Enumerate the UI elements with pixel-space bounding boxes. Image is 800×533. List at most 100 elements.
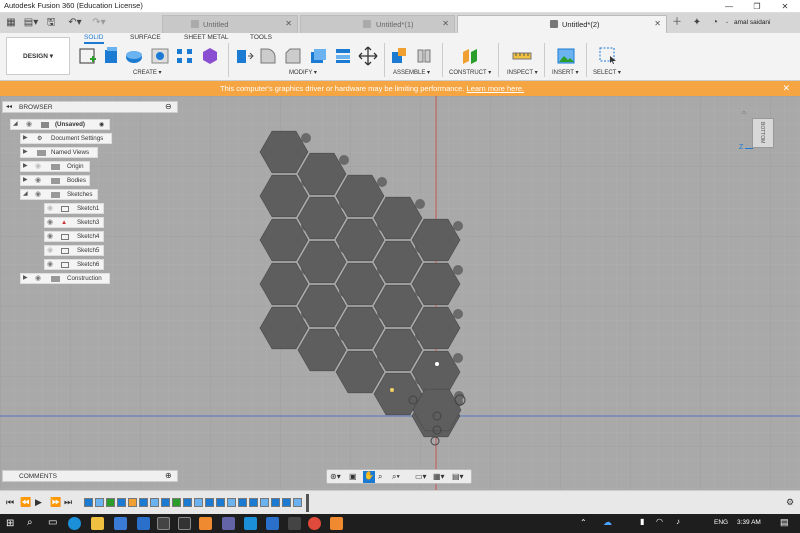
inspect-menu[interactable]: INSPECT ▾ xyxy=(507,69,538,76)
tab-solid[interactable]: SOLID xyxy=(84,34,104,44)
visibility-eye-icon[interactable]: ◉ xyxy=(35,274,41,283)
select-menu[interactable]: SELECT ▾ xyxy=(593,69,621,76)
network-icon[interactable]: ▮ xyxy=(640,517,644,526)
timeline-marker[interactable] xyxy=(306,494,309,512)
timeline-feature-icon[interactable] xyxy=(282,498,291,507)
task-view-icon[interactable]: ▭ xyxy=(48,517,57,528)
form-icon[interactable] xyxy=(200,46,220,66)
zoom-icon[interactable]: ⌕ xyxy=(378,472,382,482)
visibility-eye-icon[interactable]: ◉ xyxy=(35,190,41,199)
step-forward-icon[interactable]: ⏩ xyxy=(50,497,61,508)
browser-panel-header[interactable]: ◂◂ BROWSER ⊖ xyxy=(2,101,178,113)
visibility-eye-icon[interactable]: ◉ xyxy=(47,246,53,255)
expand-triangle-icon[interactable]: ▶ xyxy=(23,176,28,185)
modify-menu[interactable]: MODIFY ▾ xyxy=(289,69,317,76)
timeline-feature-icon[interactable] xyxy=(205,498,214,507)
timeline-feature-icon[interactable] xyxy=(106,498,115,507)
timeline-feature-icon[interactable] xyxy=(271,498,280,507)
timeline-feature-icon[interactable] xyxy=(227,498,236,507)
file-menu-icon[interactable]: ▤▾ xyxy=(22,16,40,30)
browser-item-named-views[interactable]: ▶ Named Views xyxy=(20,147,98,158)
workspace-switcher-button[interactable]: DESIGN ▾ xyxy=(6,37,70,75)
timeline-feature-icon[interactable] xyxy=(117,498,126,507)
visibility-eye-icon[interactable]: ◉ xyxy=(35,176,41,185)
orbit-icon[interactable]: ⊛▾ xyxy=(330,472,341,481)
tab-untitled-2[interactable]: Untitled*(2) ✕ xyxy=(457,15,667,33)
hole-icon[interactable] xyxy=(150,46,170,66)
tab-sheet-metal[interactable]: SHEET METAL xyxy=(184,34,229,41)
combine-icon[interactable] xyxy=(333,46,353,66)
minimize-button[interactable]: — xyxy=(716,0,742,13)
zoom-window-icon[interactable]: ⌕▾ xyxy=(392,472,400,482)
browser-item-sketch3[interactable]: ◉ ▲ Sketch3 xyxy=(44,217,104,228)
browser-item-document-settings[interactable]: ▶ ⚙ Document Settings xyxy=(20,133,112,144)
timeline-feature-icon[interactable] xyxy=(238,498,247,507)
browser-item-bodies[interactable]: ▶ ◉ Bodies xyxy=(20,175,90,186)
shell-icon[interactable] xyxy=(308,46,328,66)
press-pull-icon[interactable] xyxy=(234,46,254,66)
volume-icon[interactable]: ♪ xyxy=(676,517,680,526)
timeline-feature-icon[interactable] xyxy=(150,498,159,507)
extrude-icon[interactable] xyxy=(101,46,121,66)
visibility-eye-icon[interactable]: ◉ xyxy=(47,218,53,227)
display-settings-icon[interactable]: ▭▾ xyxy=(415,472,427,481)
canvas-drawing[interactable] xyxy=(0,96,800,490)
browser-item-sketch4[interactable]: ◉ Sketch4 xyxy=(44,231,104,242)
app-icon[interactable] xyxy=(266,517,279,530)
offset-plane-icon[interactable] xyxy=(460,46,480,66)
browser-item-origin[interactable]: ▶ ◉ Origin xyxy=(20,161,90,172)
chrome-icon[interactable] xyxy=(308,517,321,530)
close-tab-icon[interactable]: ✕ xyxy=(442,19,449,28)
visibility-eye-icon[interactable]: ◉ xyxy=(47,260,53,269)
help-center-icon[interactable]: ✦ xyxy=(690,16,704,30)
timeline-feature-icon[interactable] xyxy=(293,498,302,507)
maximize-button[interactable]: ❐ xyxy=(744,0,770,13)
comments-minimize-icon[interactable]: ⊕ xyxy=(165,471,172,480)
search-icon[interactable]: ⌕ xyxy=(27,517,33,528)
timeline-feature-icon[interactable] xyxy=(249,498,258,507)
tab-tools[interactable]: TOOLS xyxy=(250,34,272,41)
wifi-icon[interactable]: ◠ xyxy=(656,517,663,526)
browser-item-construction[interactable]: ▶ ◉ Construction xyxy=(20,273,110,284)
expand-triangle-icon[interactable]: ▶ xyxy=(23,134,28,143)
timeline-feature-icon[interactable] xyxy=(84,498,93,507)
app-icon[interactable] xyxy=(244,517,257,530)
action-center-icon[interactable]: ▤ xyxy=(780,517,789,528)
pan-icon[interactable]: ✋ xyxy=(363,471,375,483)
timeline-feature-icon[interactable] xyxy=(95,498,104,507)
close-window-button[interactable]: ✕ xyxy=(772,0,798,13)
timeline-feature-icon[interactable] xyxy=(260,498,269,507)
show-hidden-icons-icon[interactable]: ⌃ xyxy=(580,518,587,527)
assemble-menu[interactable]: ASSEMBLE ▾ xyxy=(393,69,430,76)
play-icon[interactable]: ▶ xyxy=(35,497,42,508)
create-sketch-icon[interactable] xyxy=(78,46,98,66)
mail-icon[interactable] xyxy=(137,517,150,530)
construct-menu[interactable]: CONSTRUCT ▾ xyxy=(449,69,491,76)
close-tab-icon[interactable]: ✕ xyxy=(654,19,661,28)
fusion-360-icon[interactable] xyxy=(330,517,343,530)
onedrive-icon[interactable]: ☁ xyxy=(603,517,612,528)
grid-menu-icon[interactable]: ▦ xyxy=(4,16,18,30)
expand-triangle-icon[interactable]: ▶ xyxy=(23,162,28,171)
revolve-icon[interactable] xyxy=(124,46,144,66)
timeline-feature-icon[interactable] xyxy=(139,498,148,507)
browser-minimize-icon[interactable]: ⊖ xyxy=(165,102,172,111)
joint-icon[interactable] xyxy=(414,46,434,66)
tab-untitled-1[interactable]: Untitled*(1) ✕ xyxy=(300,15,455,33)
browser-item-sketch6[interactable]: ◉ Sketch6 xyxy=(44,259,104,270)
teams-icon[interactable] xyxy=(222,517,235,530)
clock[interactable]: 3:39 AM xyxy=(737,519,761,526)
canvas-viewport[interactable] xyxy=(0,96,800,490)
step-back-icon[interactable]: ⏪ xyxy=(20,497,31,508)
timeline-feature-icon[interactable] xyxy=(216,498,225,507)
store-icon[interactable] xyxy=(114,517,127,530)
browser-item-sketch5[interactable]: ◉ Sketch5 xyxy=(44,245,104,256)
timeline-feature-icon[interactable] xyxy=(128,498,137,507)
timeline-settings-icon[interactable]: ⚙ xyxy=(786,497,794,508)
edge-icon[interactable] xyxy=(68,517,81,530)
expand-triangle-icon[interactable]: ▶ xyxy=(23,148,28,157)
visibility-eye-icon[interactable]: ◉ xyxy=(47,232,53,241)
media-app-icon[interactable] xyxy=(157,517,170,530)
notifications-icon[interactable]: · xyxy=(722,16,732,30)
visibility-eye-icon[interactable]: ◉ xyxy=(35,162,41,171)
